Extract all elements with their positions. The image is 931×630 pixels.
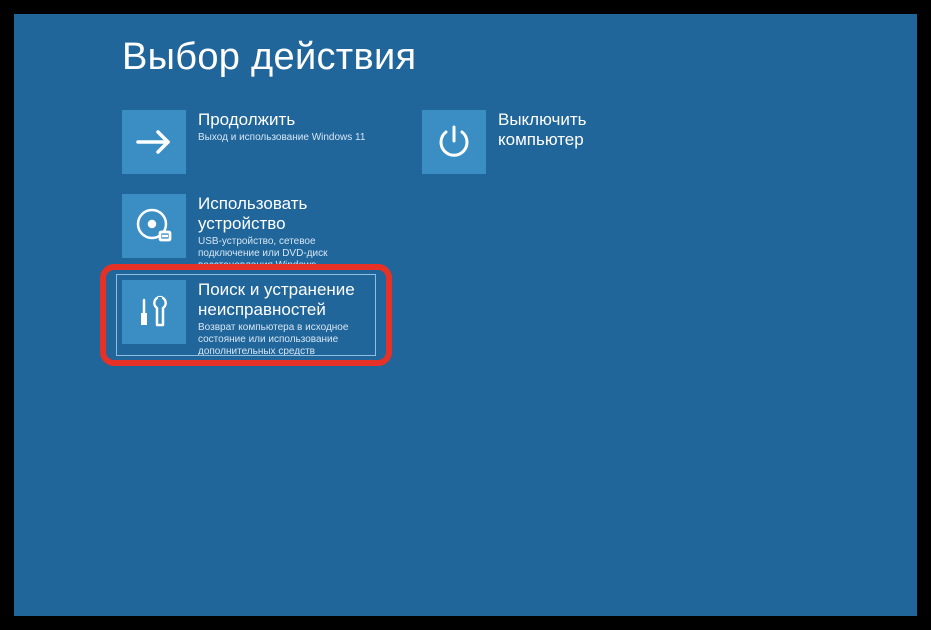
recovery-screen: Выбор действия Продолжить Выход и исполь…: [14, 14, 917, 616]
shutdown-button[interactable]: Выключить компьютер: [422, 110, 666, 174]
arrow-right-icon: [122, 110, 186, 174]
disc-icon: [122, 194, 186, 258]
tile-title: Использовать устройство: [198, 194, 366, 234]
power-icon: [422, 110, 486, 174]
page-title: Выбор действия: [122, 36, 416, 79]
tile-title: Выключить компьютер: [498, 110, 666, 150]
tile-title: Продолжить: [198, 110, 365, 130]
troubleshoot-button[interactable]: Поиск и устранение неисправностей Возвра…: [122, 280, 356, 358]
continue-button[interactable]: Продолжить Выход и использование Windows…: [122, 110, 365, 174]
tile-desc: USB-устройство, сетевое подключение или …: [198, 236, 366, 272]
tile-desc: Выход и использование Windows 11: [198, 132, 365, 144]
use-device-button[interactable]: Использовать устройство USB-устройство, …: [122, 194, 366, 272]
